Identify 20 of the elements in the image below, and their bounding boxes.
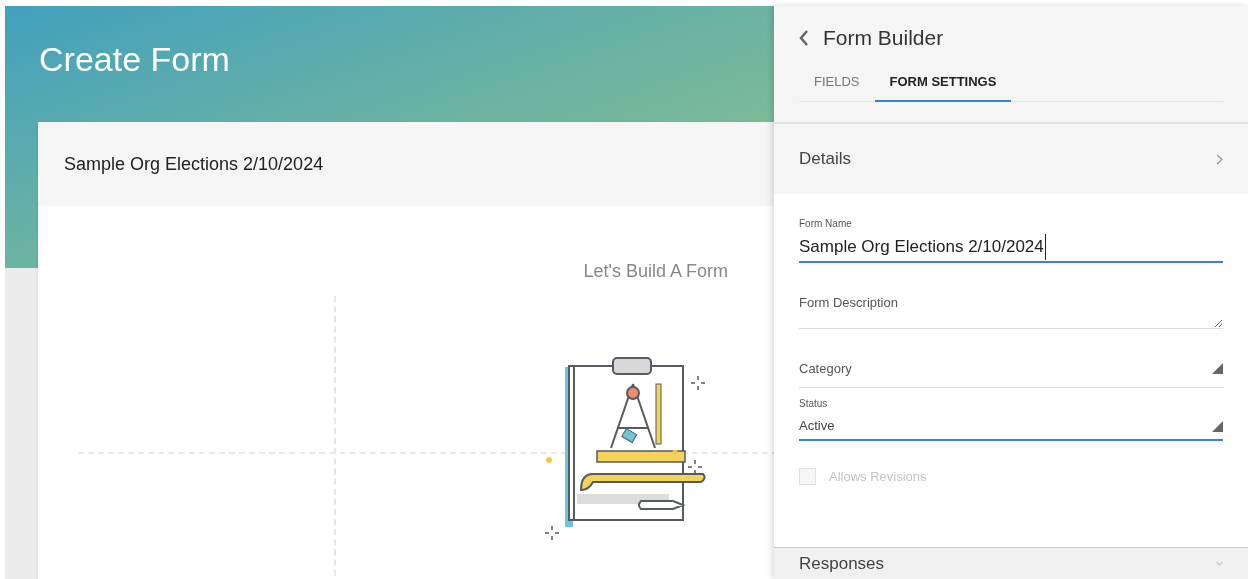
section-header[interactable]: Details: [774, 124, 1248, 194]
field-label: Status: [799, 397, 829, 411]
dropdown-arrow-icon: [1212, 420, 1223, 432]
textarea-field[interactable]: Form Description: [799, 293, 1223, 329]
tab[interactable]: FIELDS: [799, 71, 875, 102]
tab[interactable]: FORM SETTINGS: [874, 71, 1012, 102]
section-title: Responses: [799, 555, 885, 572]
dropdown-arrow-icon: [1212, 363, 1223, 374]
page-title: Create Form: [39, 39, 230, 80]
panel-title: Form Builder: [823, 25, 944, 51]
field-label: Form Name: [799, 217, 853, 231]
section-header[interactable]: Responses: [774, 547, 1248, 579]
section-title: Details: [799, 148, 851, 171]
back-chevron-icon[interactable]: [799, 29, 809, 46]
form-title: Sample Org Elections 2/10/2024: [64, 152, 324, 176]
input-field[interactable]: Sample Org Elections 2/10/2024: [799, 233, 1223, 263]
empty-state-text: Let's Build A Form: [583, 260, 728, 283]
select-field[interactable]: Active: [799, 413, 1223, 441]
checkbox-label: Allows Revisions: [829, 468, 927, 486]
select-field[interactable]: Category: [799, 350, 1223, 388]
